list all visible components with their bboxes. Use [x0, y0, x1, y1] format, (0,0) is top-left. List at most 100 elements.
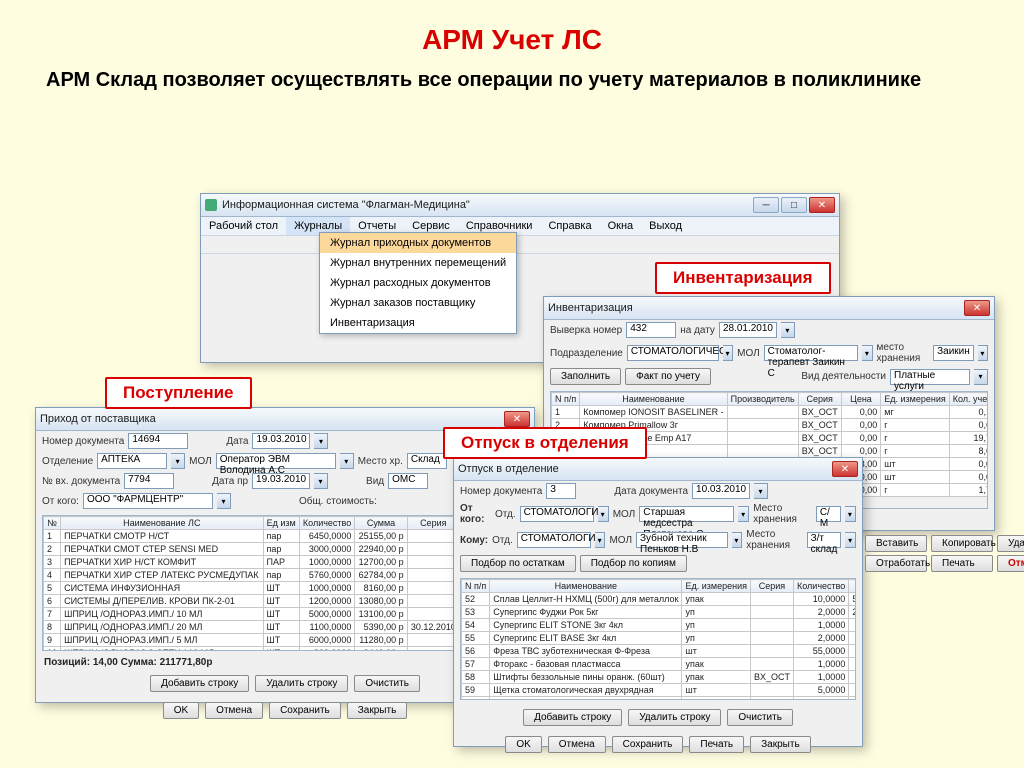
inv-copy-button[interactable]: Копировать [931, 535, 993, 552]
calendar-icon[interactable]: ▾ [314, 433, 328, 449]
column-header[interactable]: Серия [798, 393, 841, 406]
dd-outgoing[interactable]: Журнал расходных документов [320, 273, 516, 293]
disp-close-button[interactable]: ✕ [832, 461, 858, 477]
minimize-button[interactable]: ─ [753, 197, 779, 213]
table-row[interactable]: 52Сплав Целлит-Н НХМЦ (500г) для металло… [462, 593, 857, 606]
chevron-down-icon[interactable]: ▾ [974, 369, 988, 385]
rec-mol-field[interactable]: Оператор ЭВМ Володина А.С [216, 453, 336, 469]
chevron-down-icon[interactable]: ▾ [862, 345, 872, 361]
chevron-down-icon[interactable]: ▾ [723, 345, 733, 361]
column-header[interactable]: Цена [841, 393, 881, 406]
rec-supplier-field[interactable]: ООО "ФАРМЦЕНТР" [83, 493, 213, 509]
rec-cancel-button[interactable]: Отмена [205, 702, 263, 719]
inv-store-field[interactable]: Заикин [933, 345, 974, 361]
chevron-down-icon[interactable]: ▾ [732, 532, 743, 548]
rec-close-button[interactable]: ✕ [504, 411, 530, 427]
calendar-icon[interactable]: ▾ [781, 322, 795, 338]
rec-vid-field[interactable]: ОМС [388, 473, 428, 489]
table-row[interactable]: 54Супергипс ELIT STONE 3кг 4клуп1,000074… [462, 619, 857, 632]
column-header[interactable]: Серия [750, 580, 793, 593]
rec-add-button[interactable]: Добавить строку [150, 675, 249, 692]
column-header[interactable]: Наименование [580, 393, 727, 406]
table-row[interactable]: 57Фторакс - базовая пластмассаупак1,0000… [462, 658, 857, 671]
column-header[interactable]: Количество [299, 517, 355, 530]
table-row[interactable]: 56Фреза ТВС зуботехническая Ф-Фрезашт55,… [462, 645, 857, 658]
column-header[interactable]: N п/п [462, 580, 490, 593]
disp-del-button[interactable]: Удалить строку [628, 709, 721, 726]
rec-date2-field[interactable]: 19.03.2010 [252, 473, 310, 489]
disp-pick-remains-button[interactable]: Подбор по остаткам [460, 555, 576, 572]
chevron-down-icon[interactable]: ▾ [598, 506, 609, 522]
disp-to-mol[interactable]: Зубной техник Пеньков Н.В [636, 532, 728, 548]
rec-del-button[interactable]: Удалить строку [255, 675, 348, 692]
disp-clr-button[interactable]: Очистить [727, 709, 793, 726]
inv-date-field[interactable]: 28.01.2010 [719, 322, 777, 338]
table-row[interactable]: 60ФЛЮСОКСИЛ/ФЛЮС (80 гр)упк10,0000216,21… [462, 697, 857, 701]
disp-from-store[interactable]: С/М [816, 506, 841, 522]
rec-clr-button[interactable]: Очистить [354, 675, 420, 692]
calendar-icon[interactable]: ▾ [754, 483, 768, 499]
chevron-down-icon[interactable]: ▾ [738, 506, 749, 522]
inv-fill-button[interactable]: Заполнить [550, 368, 621, 385]
disp-save-button[interactable]: Сохранить [612, 736, 684, 753]
rec-ok-button[interactable]: OK [163, 702, 199, 719]
disp-ok-button[interactable]: OK [505, 736, 541, 753]
chevron-down-icon[interactable]: ▾ [171, 453, 185, 469]
table-row[interactable]: 58Штифты беззольные пины оранж. (60шт)уп… [462, 671, 857, 684]
menu-help[interactable]: Справка [540, 217, 599, 235]
column-header[interactable]: Наименование [490, 580, 682, 593]
dd-inventory[interactable]: Инвентаризация [320, 313, 516, 333]
inv-num-field[interactable]: 432 [626, 322, 676, 338]
menu-exit[interactable]: Выход [641, 217, 690, 235]
column-header[interactable]: № [44, 517, 61, 530]
chevron-down-icon[interactable]: ▾ [845, 532, 856, 548]
column-header[interactable]: Производитель [727, 393, 798, 406]
column-header[interactable]: Кол. учетное [949, 393, 988, 406]
column-header[interactable]: Ед. измерения [682, 580, 750, 593]
table-row[interactable]: 59Щетка стоматологическая двухряднаяшт5,… [462, 684, 857, 697]
table-row[interactable]: 55Супергипс ELIT BASE 3кг 4клуп2,0000548… [462, 632, 857, 645]
inv-act-field[interactable]: Платные услуги [890, 369, 970, 385]
rec-store-field[interactable]: Склад [407, 453, 447, 469]
column-header[interactable]: Сумма [355, 517, 407, 530]
inv-delete-button[interactable]: Удалить [997, 535, 1024, 552]
dd-incoming[interactable]: Журнал приходных документов [320, 233, 516, 253]
chevron-down-icon[interactable]: ▾ [595, 532, 606, 548]
dd-orders[interactable]: Журнал заказов поставщику [320, 293, 516, 313]
disp-date-field[interactable]: 10.03.2010 [692, 483, 750, 499]
inv-print-button[interactable]: Печать [931, 555, 993, 572]
disp-from-dept[interactable]: СТОМАТОЛОГИЧ [520, 506, 594, 522]
chevron-down-icon[interactable]: ▾ [340, 453, 354, 469]
disp-print-button[interactable]: Печать [689, 736, 744, 753]
rec-close-button2[interactable]: Закрыть [347, 702, 408, 719]
column-header[interactable]: Количество [793, 580, 848, 593]
disp-to-store[interactable]: З/т склад [807, 532, 842, 548]
rec-dept-field[interactable]: АПТЕКА [97, 453, 167, 469]
inv-mol-field[interactable]: Стоматолог-терапевт Заикин С [764, 345, 859, 361]
rec-extnum-field[interactable]: 7794 [124, 473, 174, 489]
table-row[interactable]: 1Компомер IONOSIT BASELINER -BX_OCT0,00м… [552, 406, 989, 419]
disp-from-mol[interactable]: Старшая медсестра Платонова С [639, 506, 734, 522]
inv-cancel-button[interactable]: Отмена [997, 555, 1024, 572]
chevron-down-icon[interactable]: ▾ [845, 506, 856, 522]
column-header[interactable]: Серия [407, 517, 459, 530]
inv-close-button[interactable]: ✕ [964, 300, 990, 316]
menu-desktop[interactable]: Рабочий стол [201, 217, 286, 235]
menu-windows[interactable]: Окна [600, 217, 642, 235]
dd-internal[interactable]: Журнал внутренних перемещений [320, 253, 516, 273]
disp-add-button[interactable]: Добавить строку [523, 709, 622, 726]
column-header[interactable]: Ед. измерения [881, 393, 949, 406]
table-row[interactable]: 53Супергипс Фуджи Рок 5кгуп2,00002577,20… [462, 606, 857, 619]
column-header[interactable]: Ед изм [263, 517, 299, 530]
maximize-button[interactable]: □ [781, 197, 807, 213]
disp-to-dept[interactable]: СТОМАТОЛОГИЧ [517, 532, 591, 548]
inv-fact-button[interactable]: Факт по учету [625, 368, 711, 385]
inv-insert-button[interactable]: Вставить [865, 535, 927, 552]
chevron-down-icon[interactable]: ▾ [978, 345, 988, 361]
chevron-down-icon[interactable]: ▾ [217, 493, 231, 509]
calendar-icon[interactable]: ▾ [314, 473, 328, 489]
disp-close-button2[interactable]: Закрыть [750, 736, 811, 753]
inv-dept-field[interactable]: СТОМАТОЛОГИЧЕС [627, 345, 719, 361]
inv-process-button[interactable]: Отработать [865, 555, 927, 572]
rec-save-button[interactable]: Сохранить [269, 702, 341, 719]
